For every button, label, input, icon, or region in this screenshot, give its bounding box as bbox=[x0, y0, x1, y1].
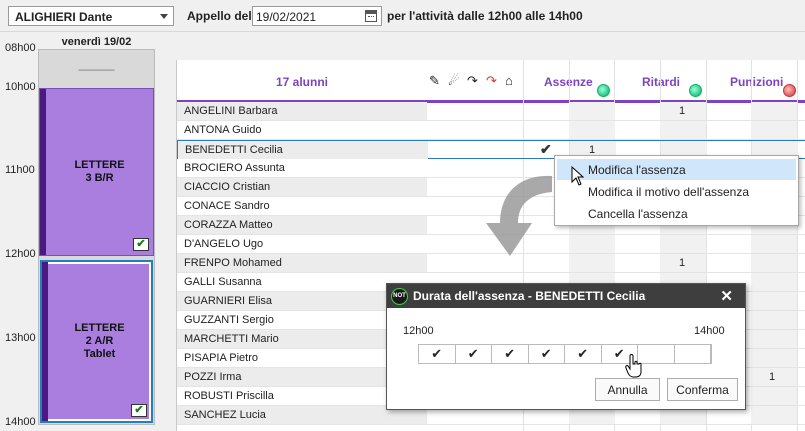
table-row[interactable]: ANGELINI Barbara 1 bbox=[177, 102, 805, 121]
app-logo-icon: NOT bbox=[391, 288, 408, 305]
whistle-icon[interactable]: ☄ bbox=[448, 73, 460, 89]
col-ritardi[interactable]: Ritardi bbox=[642, 75, 680, 89]
period-label: per l'attività dalle 12h00 alle 14h00 bbox=[387, 9, 583, 23]
grid-cell-shade bbox=[660, 235, 706, 253]
hour-label: 13h00 bbox=[5, 332, 36, 344]
teacher-select-value: ALIGHIERI Dante bbox=[15, 10, 113, 24]
duration-slot[interactable]: ✔ bbox=[456, 345, 492, 363]
grid-cell-shade bbox=[751, 349, 797, 367]
late-count: 1 bbox=[679, 105, 686, 117]
duration-slot[interactable]: ✔ bbox=[419, 345, 456, 363]
hand-cursor-icon bbox=[625, 354, 642, 378]
student-name[interactable]: ANTONA Guido bbox=[177, 121, 427, 139]
grid-cell-shade bbox=[569, 254, 615, 272]
home-icon[interactable]: ⌂ bbox=[505, 73, 513, 88]
day-column: ——— LETTERE 3 B/R ✔ LETTERE 2 A/R Tablet… bbox=[38, 49, 155, 425]
mouse-pointer-icon bbox=[571, 166, 585, 186]
absence-duration-dialog: NOT Durata dell'assenza - BENEDETTI Ceci… bbox=[386, 283, 746, 410]
duration-slots: ✔ ✔ ✔ ✔ ✔ ✔ bbox=[418, 344, 712, 364]
lesson-class: 3 B/R bbox=[85, 172, 114, 184]
exit-icon[interactable]: ↷ bbox=[467, 73, 478, 89]
hour-label: 14h00 bbox=[5, 416, 36, 428]
date-value: 19/02/2021 bbox=[256, 10, 317, 24]
student-name[interactable]: ANGELINI Barbara bbox=[177, 102, 427, 120]
dialog-titlebar: NOT Durata dell'assenza - BENEDETTI Ceci… bbox=[387, 284, 745, 308]
toolbar: ALIGHIERI Dante Appello del 19/02/2021 p… bbox=[0, 0, 805, 32]
teacher-select[interactable]: ALIGHIERI Dante bbox=[8, 6, 174, 26]
exit-red-icon[interactable]: ↷ bbox=[486, 73, 497, 89]
menu-item-edit-absence[interactable]: Modifica l'assenza bbox=[557, 159, 796, 180]
grid-cell-shade bbox=[569, 102, 615, 120]
grid-cell-shade bbox=[660, 121, 706, 139]
grid-cell-shade bbox=[569, 235, 615, 253]
student-name[interactable]: CORAZZA Matteo bbox=[177, 216, 427, 234]
absence-check-icon[interactable]: ✔ bbox=[540, 141, 552, 158]
cancel-button[interactable]: Annulla bbox=[595, 378, 660, 401]
student-name[interactable]: FRENPO Mohamed bbox=[177, 254, 427, 272]
student-name[interactable]: CONACE Sandro bbox=[177, 197, 427, 215]
note-icon[interactable]: ✎ bbox=[429, 73, 440, 89]
duration-slot[interactable] bbox=[638, 345, 675, 363]
close-icon[interactable]: ✕ bbox=[720, 287, 733, 305]
lesson-subject: LETTERE bbox=[74, 322, 125, 334]
grid-cell-shade bbox=[751, 330, 797, 348]
grid-cell-shade bbox=[751, 102, 797, 120]
grid-cell-shade bbox=[751, 235, 797, 253]
dialog-title: Durata dell'assenza - BENEDETTI Cecilia bbox=[413, 289, 646, 303]
student-name[interactable]: D'ANGELO Ugo bbox=[177, 235, 427, 253]
grid-header: 17 alunni ✎ ☄ ↷ ↷ ⌂ Assenze Ritardi Puni… bbox=[177, 60, 805, 103]
globe-alert-icon bbox=[783, 84, 796, 97]
late-count: 1 bbox=[679, 257, 686, 269]
hour-label: 11h00 bbox=[5, 164, 35, 176]
start-time: 12h00 bbox=[403, 325, 434, 337]
duration-slot[interactable]: ✔ bbox=[565, 345, 602, 363]
day-label: venerdì 19/02 bbox=[61, 36, 132, 48]
hour-label: 10h00 bbox=[5, 81, 36, 93]
grid-cell-shade bbox=[751, 292, 797, 310]
date-input[interactable]: 19/02/2021 bbox=[252, 6, 382, 26]
attendance-done-icon: ✔ bbox=[131, 404, 147, 417]
menu-item-delete-absence[interactable]: Cancella l'assenza bbox=[557, 203, 796, 224]
hour-label: 12h00 bbox=[5, 248, 36, 260]
calendar-icon[interactable] bbox=[365, 10, 377, 22]
duration-slot[interactable] bbox=[675, 345, 711, 363]
students-count: 17 alunni bbox=[275, 75, 328, 89]
table-row[interactable]: ANTONA Guido bbox=[177, 121, 805, 140]
student-name[interactable]: CIACCIO Cristian bbox=[177, 178, 427, 196]
hour-label: 08h00 bbox=[5, 42, 36, 54]
context-menu: Modifica l'assenza Modifica il motivo de… bbox=[554, 155, 799, 226]
duration-slot[interactable]: ✔ bbox=[529, 345, 565, 363]
appello-label: Appello del bbox=[187, 9, 252, 23]
empty-slot[interactable]: ——— bbox=[39, 50, 154, 88]
grid-cell-shade bbox=[751, 121, 797, 139]
col-punizioni[interactable]: Punizioni bbox=[730, 75, 783, 89]
globe-icon bbox=[689, 84, 702, 97]
grid-cell-shade bbox=[569, 121, 615, 139]
chevron-down-icon bbox=[160, 14, 168, 19]
lesson-room: Tablet bbox=[83, 348, 116, 360]
menu-item-edit-reason[interactable]: Modifica il motivo dell'assenza bbox=[557, 181, 796, 202]
grid-cell-shade bbox=[751, 273, 797, 291]
lesson-subject: LETTERE bbox=[74, 159, 125, 171]
student-name[interactable]: BENEDETTI Cecilia bbox=[178, 141, 428, 159]
grid-cell-shade bbox=[751, 387, 797, 405]
end-time: 14h00 bbox=[694, 325, 725, 337]
grid-cell-shade bbox=[751, 406, 797, 424]
punishment-count: 1 bbox=[769, 371, 776, 383]
confirm-button[interactable]: Conferma bbox=[667, 378, 738, 401]
grid-cell-shade bbox=[751, 311, 797, 329]
lesson-class: 2 A/R bbox=[85, 335, 114, 347]
lesson-block[interactable]: LETTERE 3 B/R ✔ bbox=[39, 88, 154, 256]
curved-arrow-icon bbox=[486, 175, 552, 256]
duration-slot[interactable]: ✔ bbox=[492, 345, 529, 363]
globe-icon bbox=[597, 84, 610, 97]
lesson-block-selected[interactable]: LETTERE 2 A/R Tablet ✔ bbox=[40, 260, 153, 423]
grid-cell-shade bbox=[751, 254, 797, 272]
attendance-done-icon: ✔ bbox=[133, 238, 149, 251]
student-name[interactable]: BROCIERO Assunta bbox=[177, 159, 427, 177]
